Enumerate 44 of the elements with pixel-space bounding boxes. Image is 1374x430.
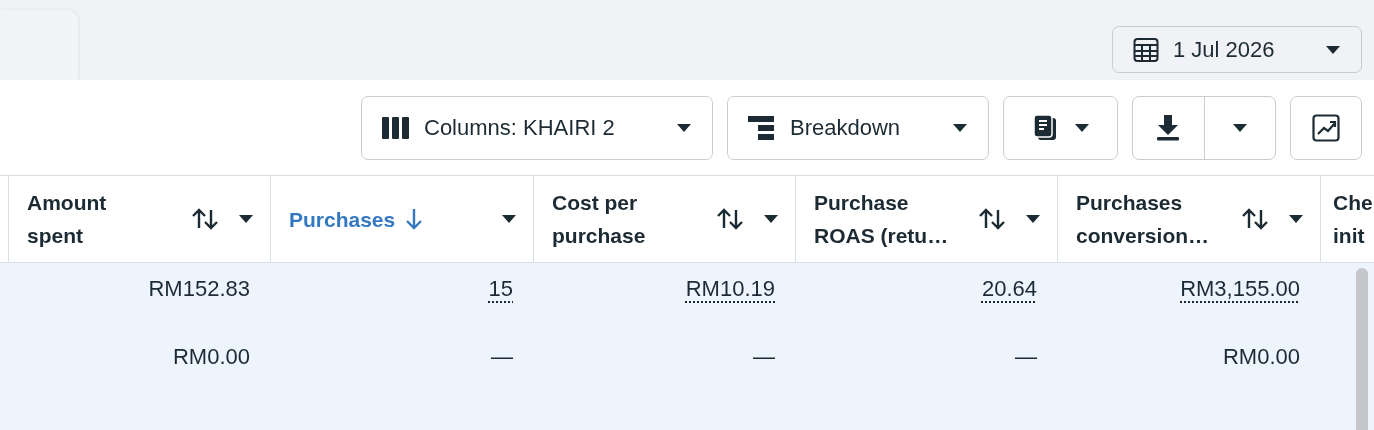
caret-icon [1325, 44, 1341, 55]
table-row[interactable]: RM152.83 15 RM10.19 20.64 RM3,155.00 [0, 263, 1374, 331]
table-cell: RM0.00 [1222, 343, 1300, 371]
columns-dropdown[interactable]: Columns: KHAIRI 2 [361, 96, 713, 160]
download-icon [1156, 115, 1181, 141]
scrollbar[interactable] [1356, 268, 1368, 430]
column-header[interactable]: Che init [1333, 186, 1374, 252]
column-header[interactable]: Purchase ROAS (retu… [795, 176, 1057, 262]
column-header[interactable]: Amount spent [8, 176, 270, 262]
caret-icon [676, 123, 692, 133]
metric-link[interactable]: RM10.19 [685, 275, 775, 303]
caret-icon [1231, 123, 1248, 133]
caret-icon [1073, 123, 1090, 133]
chart-button[interactable] [1290, 96, 1362, 160]
line-chart-icon [1312, 114, 1340, 142]
metric-link[interactable]: RM3,155.00 [1180, 275, 1300, 303]
metric-link[interactable]: 15 [488, 275, 513, 303]
breakdown-icon [748, 116, 776, 140]
sort-arrows-icon [979, 208, 1005, 230]
reports-dropdown[interactable] [1003, 96, 1118, 160]
breakdown-dropdown[interactable]: Breakdown [727, 96, 989, 160]
table-cell: RM0.00 [172, 343, 250, 371]
caret-icon [952, 123, 968, 133]
table-cell: RM152.83 [148, 275, 250, 303]
metric-link[interactable]: 20.64 [981, 275, 1037, 303]
date-picker[interactable]: 1 Jul 2026 [1112, 26, 1362, 73]
column-menu-caret-icon [1025, 214, 1041, 224]
sort-arrows-icon [1242, 208, 1268, 230]
sort-arrows-icon [717, 208, 743, 230]
sort-arrows-icon [192, 208, 218, 230]
table-cell: — [1015, 343, 1037, 371]
table-cell: — [491, 343, 513, 371]
column-menu-caret-icon [501, 214, 517, 224]
column-header[interactable]: Purchases conversion… [1057, 176, 1320, 262]
column-header[interactable]: Cost per purchase [533, 176, 795, 262]
table-cell: — [753, 343, 775, 371]
column-menu-caret-icon [238, 214, 254, 224]
column-menu-caret-icon [1288, 214, 1304, 224]
column-header[interactable]: Purchases [270, 176, 533, 262]
table-row[interactable]: RM0.00 — — — RM0.00 [0, 331, 1374, 430]
column-menu-caret-icon [763, 214, 779, 224]
calendar-icon [1133, 36, 1159, 63]
sort-down-arrow-icon [405, 208, 424, 230]
columns-icon [382, 117, 410, 139]
